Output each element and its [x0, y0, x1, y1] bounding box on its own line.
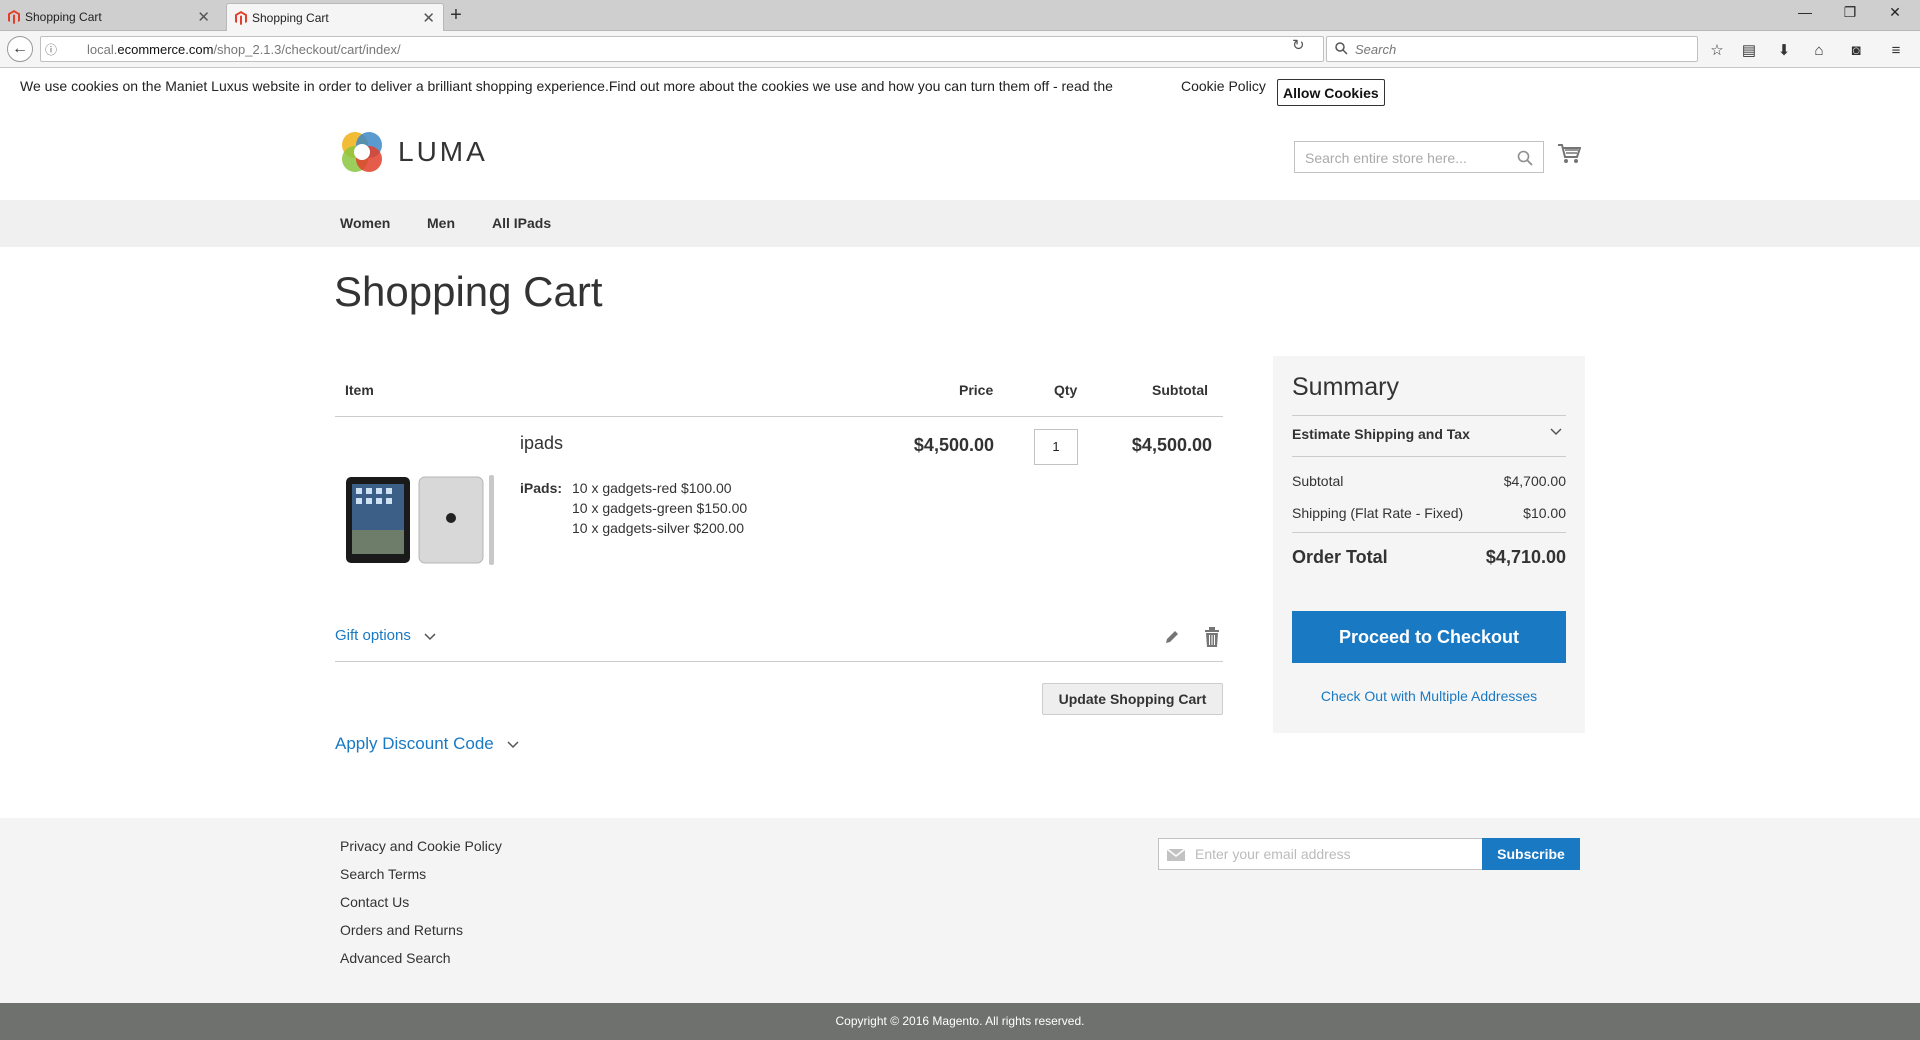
browser-search-box[interactable]: Search	[1326, 36, 1698, 62]
cookie-text: We use cookies on the Maniet Luxus websi…	[20, 78, 1113, 94]
edit-pencil-icon[interactable]	[1163, 628, 1181, 646]
order-total-label: Order Total	[1292, 547, 1388, 567]
page-title: Shopping Cart	[334, 268, 603, 315]
browser-tab-active[interactable]: Shopping Cart ✕	[226, 3, 444, 32]
url-text: local.ecommerce.com/shop_2.1.3/checkout/…	[87, 42, 401, 57]
minimize-icon[interactable]: —	[1790, 4, 1820, 20]
copyright-text: Copyright © 2016 Magento. All rights res…	[835, 1014, 1085, 1028]
nav-item-men[interactable]: Men	[427, 215, 455, 231]
subscribe-button[interactable]: Subscribe	[1482, 838, 1580, 870]
tab-title: Shopping Cart	[25, 10, 102, 24]
shopping-cart-icon[interactable]	[1557, 143, 1581, 165]
option-value: 10 x gadgets-silver $200.00	[572, 520, 744, 536]
main-navigation: Women Men All IPads	[0, 200, 1920, 247]
window-close-icon[interactable]: ✕	[1880, 4, 1910, 21]
cookie-notice: We use cookies on the Maniet Luxus websi…	[0, 69, 1920, 109]
close-tab-icon[interactable]: ✕	[197, 8, 210, 26]
summary-subtotal-value: $4,700.00	[1503, 473, 1566, 489]
home-icon[interactable]: ⌂	[1809, 40, 1829, 60]
url-bar[interactable]: ⓘ local.ecommerce.com/shop_2.1.3/checkou…	[40, 36, 1324, 62]
tab-title: Shopping Cart	[252, 11, 329, 25]
magento-favicon-icon	[235, 11, 247, 25]
allow-cookies-button[interactable]: Allow Cookies	[1277, 79, 1385, 106]
chevron-down-icon	[424, 632, 436, 640]
update-cart-button[interactable]: Update Shopping Cart	[1042, 683, 1223, 715]
discount-code-toggle[interactable]: Apply Discount Code	[335, 734, 520, 754]
menu-hamburger-icon[interactable]: ≡	[1886, 40, 1906, 60]
qty-input[interactable]: 1	[1034, 429, 1078, 465]
footer-link-orders-returns[interactable]: Orders and Returns	[340, 922, 463, 938]
footer-link-advanced-search[interactable]: Advanced Search	[340, 950, 451, 966]
envelope-icon	[1167, 849, 1185, 861]
item-subtotal: $4,500.00	[1131, 435, 1212, 455]
nav-item-women[interactable]: Women	[340, 215, 390, 231]
summary-divider	[1292, 456, 1566, 457]
newsletter-email-input[interactable]: Enter your email address	[1158, 838, 1483, 870]
search-icon	[1335, 42, 1348, 55]
reading-list-icon[interactable]: ▤	[1739, 40, 1759, 60]
pocket-icon[interactable]: ◙	[1846, 40, 1866, 60]
column-header-price: Price	[959, 382, 994, 398]
store-logo[interactable]: LUMA	[340, 130, 488, 174]
summary-divider	[1292, 532, 1566, 533]
chevron-down-icon[interactable]	[1549, 426, 1563, 436]
column-header-qty: Qty	[1054, 382, 1078, 398]
summary-title: Summary	[1292, 373, 1399, 401]
new-tab-icon[interactable]: +	[444, 4, 468, 27]
reload-icon[interactable]: ↻	[1292, 36, 1305, 54]
item-divider	[335, 661, 1223, 662]
header-divider	[335, 416, 1223, 417]
url-prefix: local.	[87, 42, 118, 57]
luma-logo-icon	[342, 132, 382, 172]
summary-subtotal-label: Subtotal	[1292, 473, 1344, 489]
footer-link-contact[interactable]: Contact Us	[340, 894, 409, 910]
site-info-icon[interactable]: ⓘ	[45, 41, 57, 58]
footer: Privacy and Cookie Policy Search Terms C…	[0, 818, 1920, 1003]
download-icon[interactable]: ⬇	[1774, 40, 1794, 60]
option-label: iPads:	[520, 480, 563, 496]
search-icon[interactable]	[1517, 150, 1533, 166]
store-search-input[interactable]: Search entire store here...	[1294, 141, 1544, 173]
product-name[interactable]: ipads	[520, 433, 563, 454]
summary-shipping-value: $10.00	[1523, 505, 1566, 521]
back-arrow-icon[interactable]: ←	[7, 36, 33, 62]
footer-link-search-terms[interactable]: Search Terms	[340, 866, 426, 882]
url-domain: ecommerce.com	[117, 42, 214, 57]
browser-navigation-bar: ← ⓘ local.ecommerce.com/shop_2.1.3/check…	[0, 31, 1920, 68]
discount-label: Apply Discount Code	[335, 734, 494, 753]
summary-divider	[1292, 415, 1566, 416]
order-total-value: $4,710.00	[1485, 547, 1566, 567]
column-header-item: Item	[345, 382, 374, 398]
gift-options-toggle[interactable]: Gift options	[335, 627, 437, 644]
magento-favicon-icon	[8, 10, 20, 24]
option-value: 10 x gadgets-red $100.00	[572, 480, 732, 496]
option-value: 10 x gadgets-green $150.00	[572, 500, 748, 516]
summary-shipping-label: Shipping (Flat Rate - Fixed)	[1292, 505, 1464, 521]
footer-link-privacy[interactable]: Privacy and Cookie Policy	[340, 838, 502, 854]
cookie-policy-link[interactable]: Cookie Policy	[1181, 78, 1266, 94]
order-summary: Summary Estimate Shipping and Tax Subtot…	[1273, 356, 1585, 733]
browser-tab-strip: Shopping Cart ✕ Shopping Cart ✕ + — ❐ ✕	[0, 0, 1920, 32]
item-price: $4,500.00	[913, 435, 994, 455]
restore-icon[interactable]: ❐	[1835, 4, 1865, 21]
bookmark-star-icon[interactable]: ☆	[1707, 40, 1727, 60]
close-tab-icon[interactable]: ✕	[422, 9, 435, 27]
copyright-bar: Copyright © 2016 Magento. All rights res…	[0, 1003, 1920, 1040]
multiple-addresses-link[interactable]: Check Out with Multiple Addresses	[1273, 688, 1585, 704]
product-image[interactable]	[339, 470, 499, 570]
chevron-down-icon	[507, 741, 519, 749]
estimate-shipping-toggle[interactable]: Estimate Shipping and Tax	[1292, 426, 1470, 442]
browser-search-placeholder: Search	[1355, 42, 1397, 57]
delete-trash-icon[interactable]	[1204, 627, 1220, 647]
browser-tab[interactable]: Shopping Cart ✕	[0, 3, 218, 31]
newsletter-placeholder: Enter your email address	[1195, 846, 1351, 862]
store-search-placeholder: Search entire store here...	[1305, 150, 1467, 166]
logo-text: LUMA	[398, 136, 488, 167]
nav-item-all-ipads[interactable]: All IPads	[492, 215, 551, 231]
proceed-to-checkout-button[interactable]: Proceed to Checkout	[1292, 611, 1566, 663]
gift-options-label: Gift options	[335, 627, 411, 644]
url-path: /shop_2.1.3/checkout/cart/index/	[213, 42, 401, 57]
column-header-subtotal: Subtotal	[1152, 382, 1208, 398]
